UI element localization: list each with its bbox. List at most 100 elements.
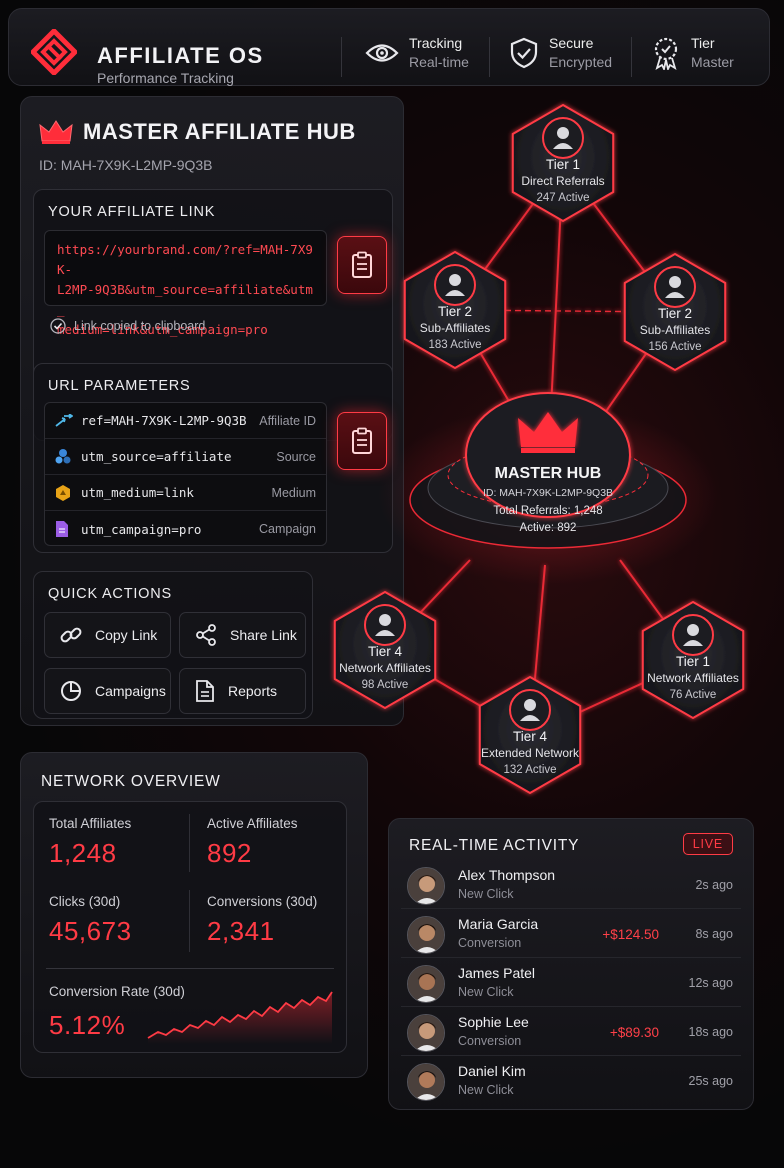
conversions-value: 2,341: [207, 916, 275, 946]
activity-name: Sophie Lee: [458, 1014, 529, 1030]
hub-id: ID: MAH-7X9K-L2MP-9Q3B: [39, 157, 213, 173]
activity-name: Alex Thompson: [458, 867, 556, 883]
activity-time: 8s ago: [695, 927, 733, 941]
badge-icon: [654, 37, 678, 70]
person-photo-icon: [408, 1015, 444, 1051]
header-divider: [341, 37, 342, 77]
param-value: utm_medium=link: [81, 485, 194, 500]
header-item-subtitle: Real-time: [409, 54, 469, 70]
link-line: L2MP-9Q3B&utm_source=affiliate&utm_: [57, 282, 313, 317]
medium-icon: [56, 484, 70, 501]
tier-node-name: Extended Network: [481, 746, 580, 760]
person-photo-icon: [408, 1064, 444, 1100]
activity-time: 25s ago: [688, 1074, 733, 1088]
report-icon: [196, 680, 214, 702]
avatar: [407, 965, 445, 1003]
header-item-title: Secure: [549, 35, 594, 51]
check-icon: [50, 318, 66, 334]
copy-link-action-button[interactable]: Copy Link: [44, 612, 171, 658]
tier-node[interactable]: Tier 1 Network Affiliates 76 Active: [641, 600, 745, 720]
source-icon: [55, 448, 71, 463]
link-arrow-icon: [55, 413, 73, 427]
activity-name: James Patel: [458, 965, 536, 981]
activity-time: 12s ago: [688, 976, 733, 990]
user-icon: [524, 699, 536, 711]
header-divider: [631, 37, 632, 77]
tier-node-name: Network Affiliates: [647, 671, 739, 685]
person-photo-icon: [408, 868, 444, 904]
hub-node-referrals: Total Referrals: 1,248: [493, 505, 602, 517]
activity-name: Maria Garcia: [458, 916, 539, 932]
avatar: [407, 1063, 445, 1101]
active-affiliates-label: Active Affiliates: [207, 816, 298, 831]
activity-row[interactable]: Alex Thompson New Click 2s ago: [401, 861, 741, 909]
pie-chart-icon: [61, 681, 81, 701]
activity-row[interactable]: Sophie Lee Conversion +$89.30 18s ago: [401, 1008, 741, 1056]
tier-node-name: Direct Referrals: [521, 174, 604, 188]
user-icon: [379, 614, 391, 626]
app-header: AFFILIATE OS Performance Tracking Tracki…: [8, 8, 770, 86]
reports-action-button[interactable]: Reports: [179, 668, 306, 714]
activity-type: Conversion: [458, 936, 522, 950]
user-icon: [687, 624, 699, 636]
tier-node-name: Network Affiliates: [339, 661, 431, 675]
activity-amount: +$89.30: [609, 1025, 659, 1040]
tier-node-active: 76 Active: [670, 689, 717, 701]
activity-row[interactable]: James Patel New Click 12s ago: [401, 959, 741, 1007]
tier-node-tier: Tier 1: [546, 157, 580, 172]
action-label: Share Link: [230, 627, 297, 643]
tier-node[interactable]: Tier 2 Sub-Affiliates 183 Active: [403, 250, 507, 370]
stat-divider: [189, 890, 190, 952]
param-value: utm_campaign=pro: [81, 521, 202, 537]
quick-actions-card: QUICK ACTIONS Copy Link Share Link Campa…: [33, 571, 313, 719]
tier-node-active: 98 Active: [362, 679, 409, 691]
hub-node-id: ID: MAH-7X9K-L2MP-9Q3B: [483, 487, 613, 499]
param-row: utm_medium=link Medium: [45, 475, 326, 511]
user-icon: [669, 276, 681, 288]
affiliate-network-graph: MASTER HUB ID: MAH-7X9K-L2MP-9Q3B Total …: [333, 103, 745, 795]
brand-title: AFFILIATE OS: [97, 43, 264, 68]
share-icon: [196, 624, 216, 646]
conversion-sparkline: [147, 991, 333, 1044]
tier-node-tier: Tier 4: [513, 729, 547, 744]
param-row: utm_source=affiliate Source: [45, 439, 326, 475]
url-parameters-table: ref=MAH-7X9K-L2MP-9Q3B Affiliate ID utm_…: [44, 402, 327, 546]
person-photo-icon: [408, 966, 444, 1002]
header-item-title: Tier: [691, 35, 715, 51]
stat-divider: [46, 968, 334, 969]
network-stats-card: Total Affiliates 1,248 Active Affiliates…: [33, 801, 347, 1053]
active-affiliates-value: 892: [207, 838, 252, 868]
tier-node-active: 247 Active: [536, 192, 589, 204]
master-hub-node[interactable]: MASTER HUB ID: MAH-7X9K-L2MP-9Q3B Total …: [378, 392, 718, 585]
tier-node[interactable]: Tier 1 Direct Referrals 247 Active: [511, 103, 615, 223]
tier-node[interactable]: Tier 4 Extended Network 132 Active: [478, 675, 582, 795]
conversion-rate-value: 5.12%: [49, 1010, 126, 1040]
avatar: [407, 867, 445, 905]
affiliate-link-field[interactable]: https://yourbrand.com/?ref=MAH-7X9K- L2M…: [44, 230, 327, 337]
link-line: https://yourbrand.com/?ref=MAH-7X9K-: [57, 242, 313, 277]
action-label: Copy Link: [95, 627, 158, 643]
network-overview-title: NETWORK OVERVIEW: [41, 773, 221, 790]
total-affiliates-value: 1,248: [49, 838, 117, 868]
activity-time: 18s ago: [688, 1025, 733, 1039]
tier-node-name: Sub-Affiliates: [640, 323, 710, 337]
tier-node-active: 183 Active: [428, 339, 481, 351]
activity-time: 2s ago: [695, 878, 733, 892]
activity-amount: +$124.50: [602, 927, 659, 942]
realtime-activity-panel: REAL-TIME ACTIVITY LIVE Alex Thompson Ne…: [388, 818, 754, 1110]
activity-title: REAL-TIME ACTIVITY: [409, 837, 580, 854]
campaigns-action-button[interactable]: Campaigns: [44, 668, 171, 714]
tier-node[interactable]: Tier 2 Sub-Affiliates 156 Active: [623, 252, 727, 372]
tier-node-tier: Tier 4: [368, 644, 402, 659]
brand-subtitle: Performance Tracking: [97, 70, 234, 86]
conversions-label: Conversions (30d): [207, 894, 318, 909]
activity-name: Daniel Kim: [458, 1063, 526, 1079]
chain-link-icon: [60, 627, 82, 643]
activity-row[interactable]: Maria Garcia Conversion +$124.50 8s ago: [401, 910, 741, 958]
tier-node[interactable]: Tier 4 Network Affiliates 98 Active: [333, 590, 437, 710]
share-link-action-button[interactable]: Share Link: [179, 612, 306, 658]
activity-row[interactable]: Daniel Kim New Click 25s ago: [401, 1057, 741, 1105]
section-label: URL PARAMETERS: [48, 378, 191, 394]
stat-divider: [189, 814, 190, 872]
header-item-tracking: Tracking Real-time: [365, 35, 469, 70]
